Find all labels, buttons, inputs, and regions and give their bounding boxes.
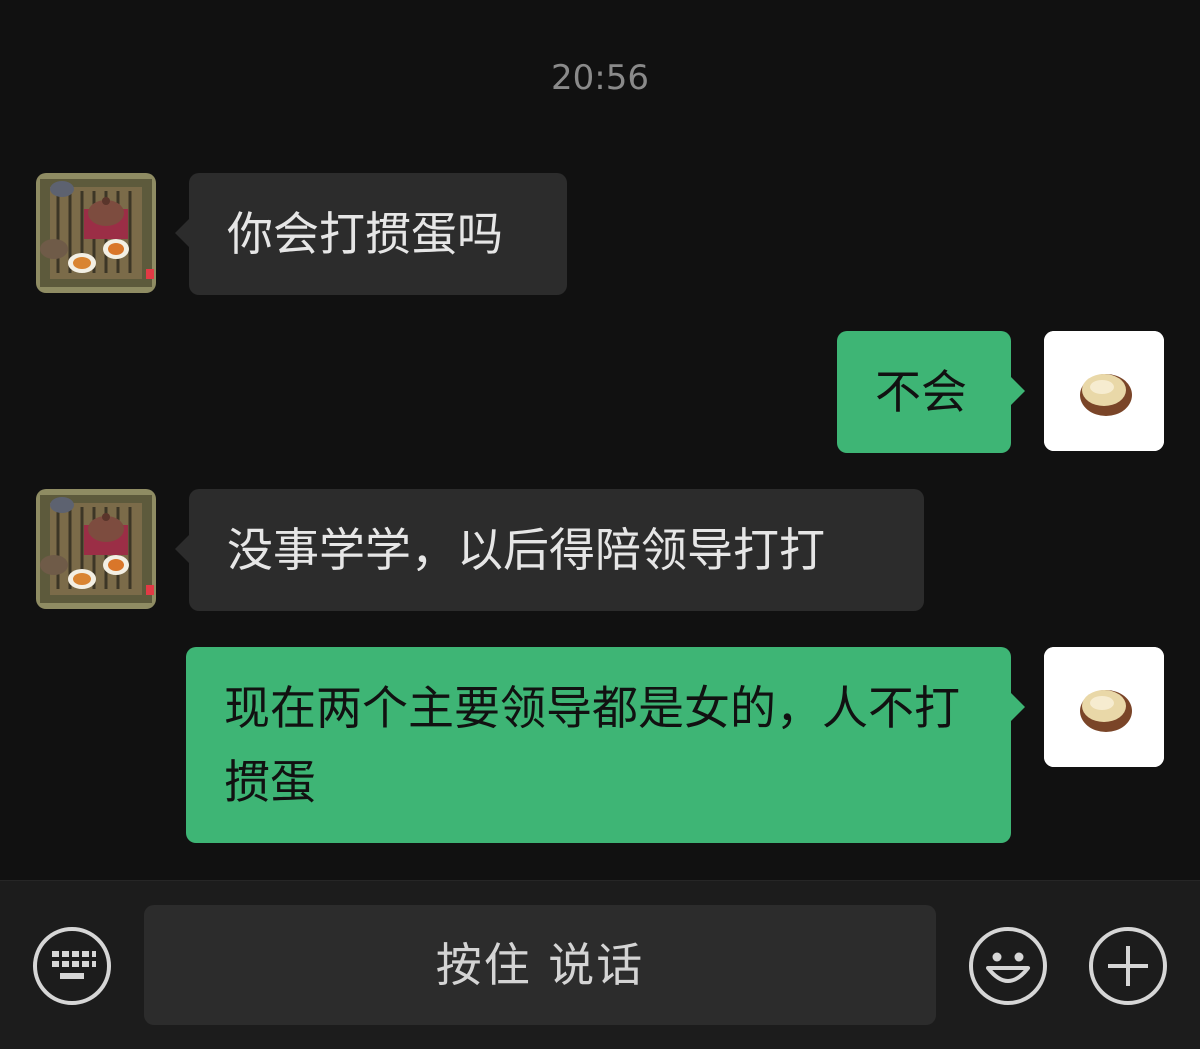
contact-avatar[interactable] bbox=[36, 173, 156, 293]
self-avatar[interactable] bbox=[1044, 647, 1164, 767]
message-bubble-incoming[interactable]: 没事学学，以后得陪领导打打 bbox=[175, 489, 924, 611]
keyboard-toggle-button[interactable] bbox=[32, 926, 112, 1006]
message-bubble-incoming[interactable]: 你会打掼蛋吗 bbox=[175, 173, 567, 295]
timestamp: 20:56 bbox=[551, 58, 649, 98]
message-text: 没事学学，以后得陪领导打打 bbox=[227, 523, 825, 577]
message-bubble-outgoing[interactable]: 不会 bbox=[837, 331, 1025, 453]
message-text: 你会打掼蛋吗 bbox=[227, 207, 503, 261]
emoji-icon bbox=[969, 927, 1047, 1005]
keyboard-icon bbox=[33, 927, 111, 1005]
message-bubble-outgoing[interactable]: 现在两个主要领导都是女的，人不打掼蛋 bbox=[186, 647, 1025, 843]
input-bar: 按住 说话 bbox=[0, 880, 1200, 1049]
message-text: 不会 bbox=[875, 365, 967, 419]
message-text: 现在两个主要领导都是女的，人不打掼蛋 bbox=[224, 681, 960, 809]
hold-to-talk-button[interactable]: 按住 说话 bbox=[144, 905, 936, 1025]
emoji-button[interactable] bbox=[968, 926, 1048, 1006]
more-button[interactable] bbox=[1088, 926, 1168, 1006]
contact-avatar[interactable] bbox=[36, 489, 156, 609]
plus-icon bbox=[1089, 927, 1167, 1005]
self-avatar[interactable] bbox=[1044, 331, 1164, 451]
